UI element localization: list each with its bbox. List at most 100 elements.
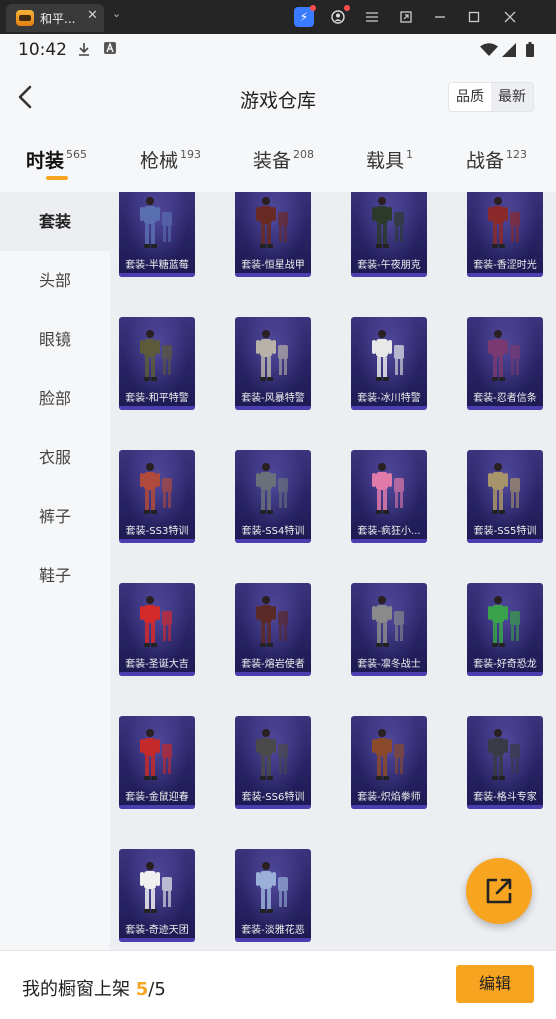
status-time: 10:42 [18, 40, 67, 60]
rarity-bar [467, 539, 543, 543]
outfit-name: 套装-熔岩使者 [241, 659, 305, 670]
outfit-card[interactable]: 套装-奇迹天团 [119, 849, 195, 942]
outfit-card[interactable]: 套装-SS5特训 [467, 450, 543, 543]
tab-label: 战备 [466, 150, 505, 172]
rarity-bar [119, 406, 195, 410]
tab-label: 载具 [366, 150, 405, 172]
sort-quality-button[interactable]: 品质 [449, 83, 491, 111]
lightning-icon[interactable]: ⚡ [294, 5, 316, 27]
showcase-total: 5 [154, 979, 166, 1000]
rarity-bar [119, 805, 195, 809]
tab-combat-gear[interactable]: 战备 123 [466, 146, 527, 186]
outfit-name: 套装-淡雅花恶 [241, 925, 305, 936]
tab-title: 和平... [40, 12, 76, 26]
tab-dropdown-icon[interactable]: ⌄ [112, 7, 121, 20]
outfit-card[interactable]: 套装-圣诞大吉 [119, 583, 195, 676]
outfit-name: 套装-SS3特训 [125, 526, 189, 537]
outfit-thumbnail [256, 729, 288, 780]
outfit-card[interactable]: 套装-和平特警 [119, 317, 195, 410]
sidebar-item-shoes[interactable]: 鞋子 [0, 546, 110, 605]
outfit-name: 套装-风暴特警 [241, 393, 305, 404]
minimize-icon[interactable] [430, 7, 450, 27]
tab-equipment[interactable]: 装备 208 [253, 146, 314, 186]
notification-dot [310, 5, 316, 11]
rarity-bar [467, 805, 543, 809]
sort-toggle: 品质 最新 [448, 82, 534, 112]
share-fab-button[interactable] [466, 858, 532, 924]
tab-count: 193 [180, 148, 202, 161]
outfit-name: 套装-忍者信条 [473, 393, 537, 404]
sidebar: 套装 头部 眼镜 脸部 衣服 裤子 鞋子 [0, 192, 110, 950]
rarity-bar [235, 805, 311, 809]
outfit-card[interactable]: 套装-SS4特训 [235, 450, 311, 543]
status-bar: 10:42 [0, 34, 556, 66]
showcase-label: 我的橱窗上架 [22, 979, 130, 1000]
outfit-name: 套装-午夜朋克 [357, 260, 421, 271]
edit-button[interactable]: 编辑 [456, 965, 534, 1003]
outfit-thumbnail [140, 596, 172, 647]
outfit-card[interactable]: 套装-SS6特训 [235, 716, 311, 809]
battery-icon [526, 42, 534, 61]
outfit-card[interactable]: 套装-金鼠迎春 [119, 716, 195, 809]
outfit-card[interactable]: 套装-凛冬战士 [351, 583, 427, 676]
outfit-card[interactable]: 套装-香涩时光 [467, 192, 543, 277]
outfit-name: 套装-SS5特训 [473, 526, 537, 537]
tab-guns[interactable]: 枪械 193 [140, 146, 201, 186]
outfit-card[interactable]: 套装-格斗专家 [467, 716, 543, 809]
rarity-bar [119, 273, 195, 277]
outfit-card[interactable]: 套装-熔岩使者 [235, 583, 311, 676]
sidebar-item-suits[interactable]: 套装 [0, 192, 110, 251]
sidebar-item-head[interactable]: 头部 [0, 251, 110, 310]
outfit-card[interactable]: 套装-午夜朋克 [351, 192, 427, 277]
notification-dot [344, 5, 350, 11]
tab-vehicles[interactable]: 载具 1 [366, 146, 413, 186]
outfit-name: 套装-金鼠迎春 [125, 792, 189, 803]
rarity-bar [467, 406, 543, 410]
outfit-thumbnail [488, 729, 520, 780]
item-grid: 套装-半糖蓝莓 套装-恒星战甲 套装-午夜朋克 套装-香涩时光套装-和平特警 套装-风暴… [110, 192, 556, 950]
outfit-name: 套装-和平特警 [125, 393, 189, 404]
tab-fashion[interactable]: 时装 565 [26, 146, 87, 186]
keyboard-a-icon [104, 42, 116, 58]
outfit-thumbnail [256, 463, 288, 514]
outfit-thumbnail [488, 330, 520, 381]
outfit-card[interactable]: 套装-半糖蓝莓 [119, 192, 195, 277]
outfit-thumbnail [372, 463, 404, 514]
rarity-bar [467, 672, 543, 676]
outfit-thumbnail [256, 330, 288, 381]
user-icon[interactable] [328, 5, 350, 27]
rarity-bar [235, 672, 311, 676]
outfit-name: 套装-奇迹天团 [125, 925, 189, 936]
outfit-name: 套装-炽焰拳师 [357, 792, 421, 803]
outfit-card[interactable]: 套装-忍者信条 [467, 317, 543, 410]
sidebar-item-pants[interactable]: 裤子 [0, 487, 110, 546]
screenshot-icon[interactable] [396, 7, 416, 27]
outfit-card[interactable]: 套装-淡雅花恶 [235, 849, 311, 942]
outfit-card[interactable]: 套装-好奇恐龙 [467, 583, 543, 676]
rarity-bar [351, 539, 427, 543]
tab-close-icon[interactable]: ✕ [87, 8, 98, 23]
outfit-card[interactable]: 套装-SS3特训 [119, 450, 195, 543]
outfit-card[interactable]: 套装-恒星战甲 [235, 192, 311, 277]
outfit-name: 套装-好奇恐龙 [473, 659, 537, 670]
maximize-icon[interactable] [464, 7, 484, 27]
rarity-bar [235, 539, 311, 543]
outfit-thumbnail [256, 862, 288, 913]
sidebar-item-face[interactable]: 脸部 [0, 369, 110, 428]
showcase-count: 5 [135, 979, 149, 1000]
hamburger-icon[interactable] [362, 7, 382, 27]
outfit-card[interactable]: 套装-疯狂小... [351, 450, 427, 543]
outfit-card[interactable]: 套装-炽焰拳师 [351, 716, 427, 809]
tab-count: 1 [406, 148, 414, 161]
outfit-thumbnail [488, 197, 520, 248]
close-icon[interactable] [500, 7, 520, 27]
tab-label: 时装 [26, 150, 65, 172]
active-tab-indicator [46, 176, 68, 180]
outfit-card[interactable]: 套装-风暴特警 [235, 317, 311, 410]
sort-newest-button[interactable]: 最新 [491, 83, 533, 111]
sidebar-item-glasses[interactable]: 眼镜 [0, 310, 110, 369]
outfit-thumbnail [256, 596, 288, 647]
sidebar-item-clothes[interactable]: 衣服 [0, 428, 110, 487]
window-tab[interactable]: 和平... ✕ [6, 4, 104, 32]
outfit-card[interactable]: 套装-冰川特警 [351, 317, 427, 410]
